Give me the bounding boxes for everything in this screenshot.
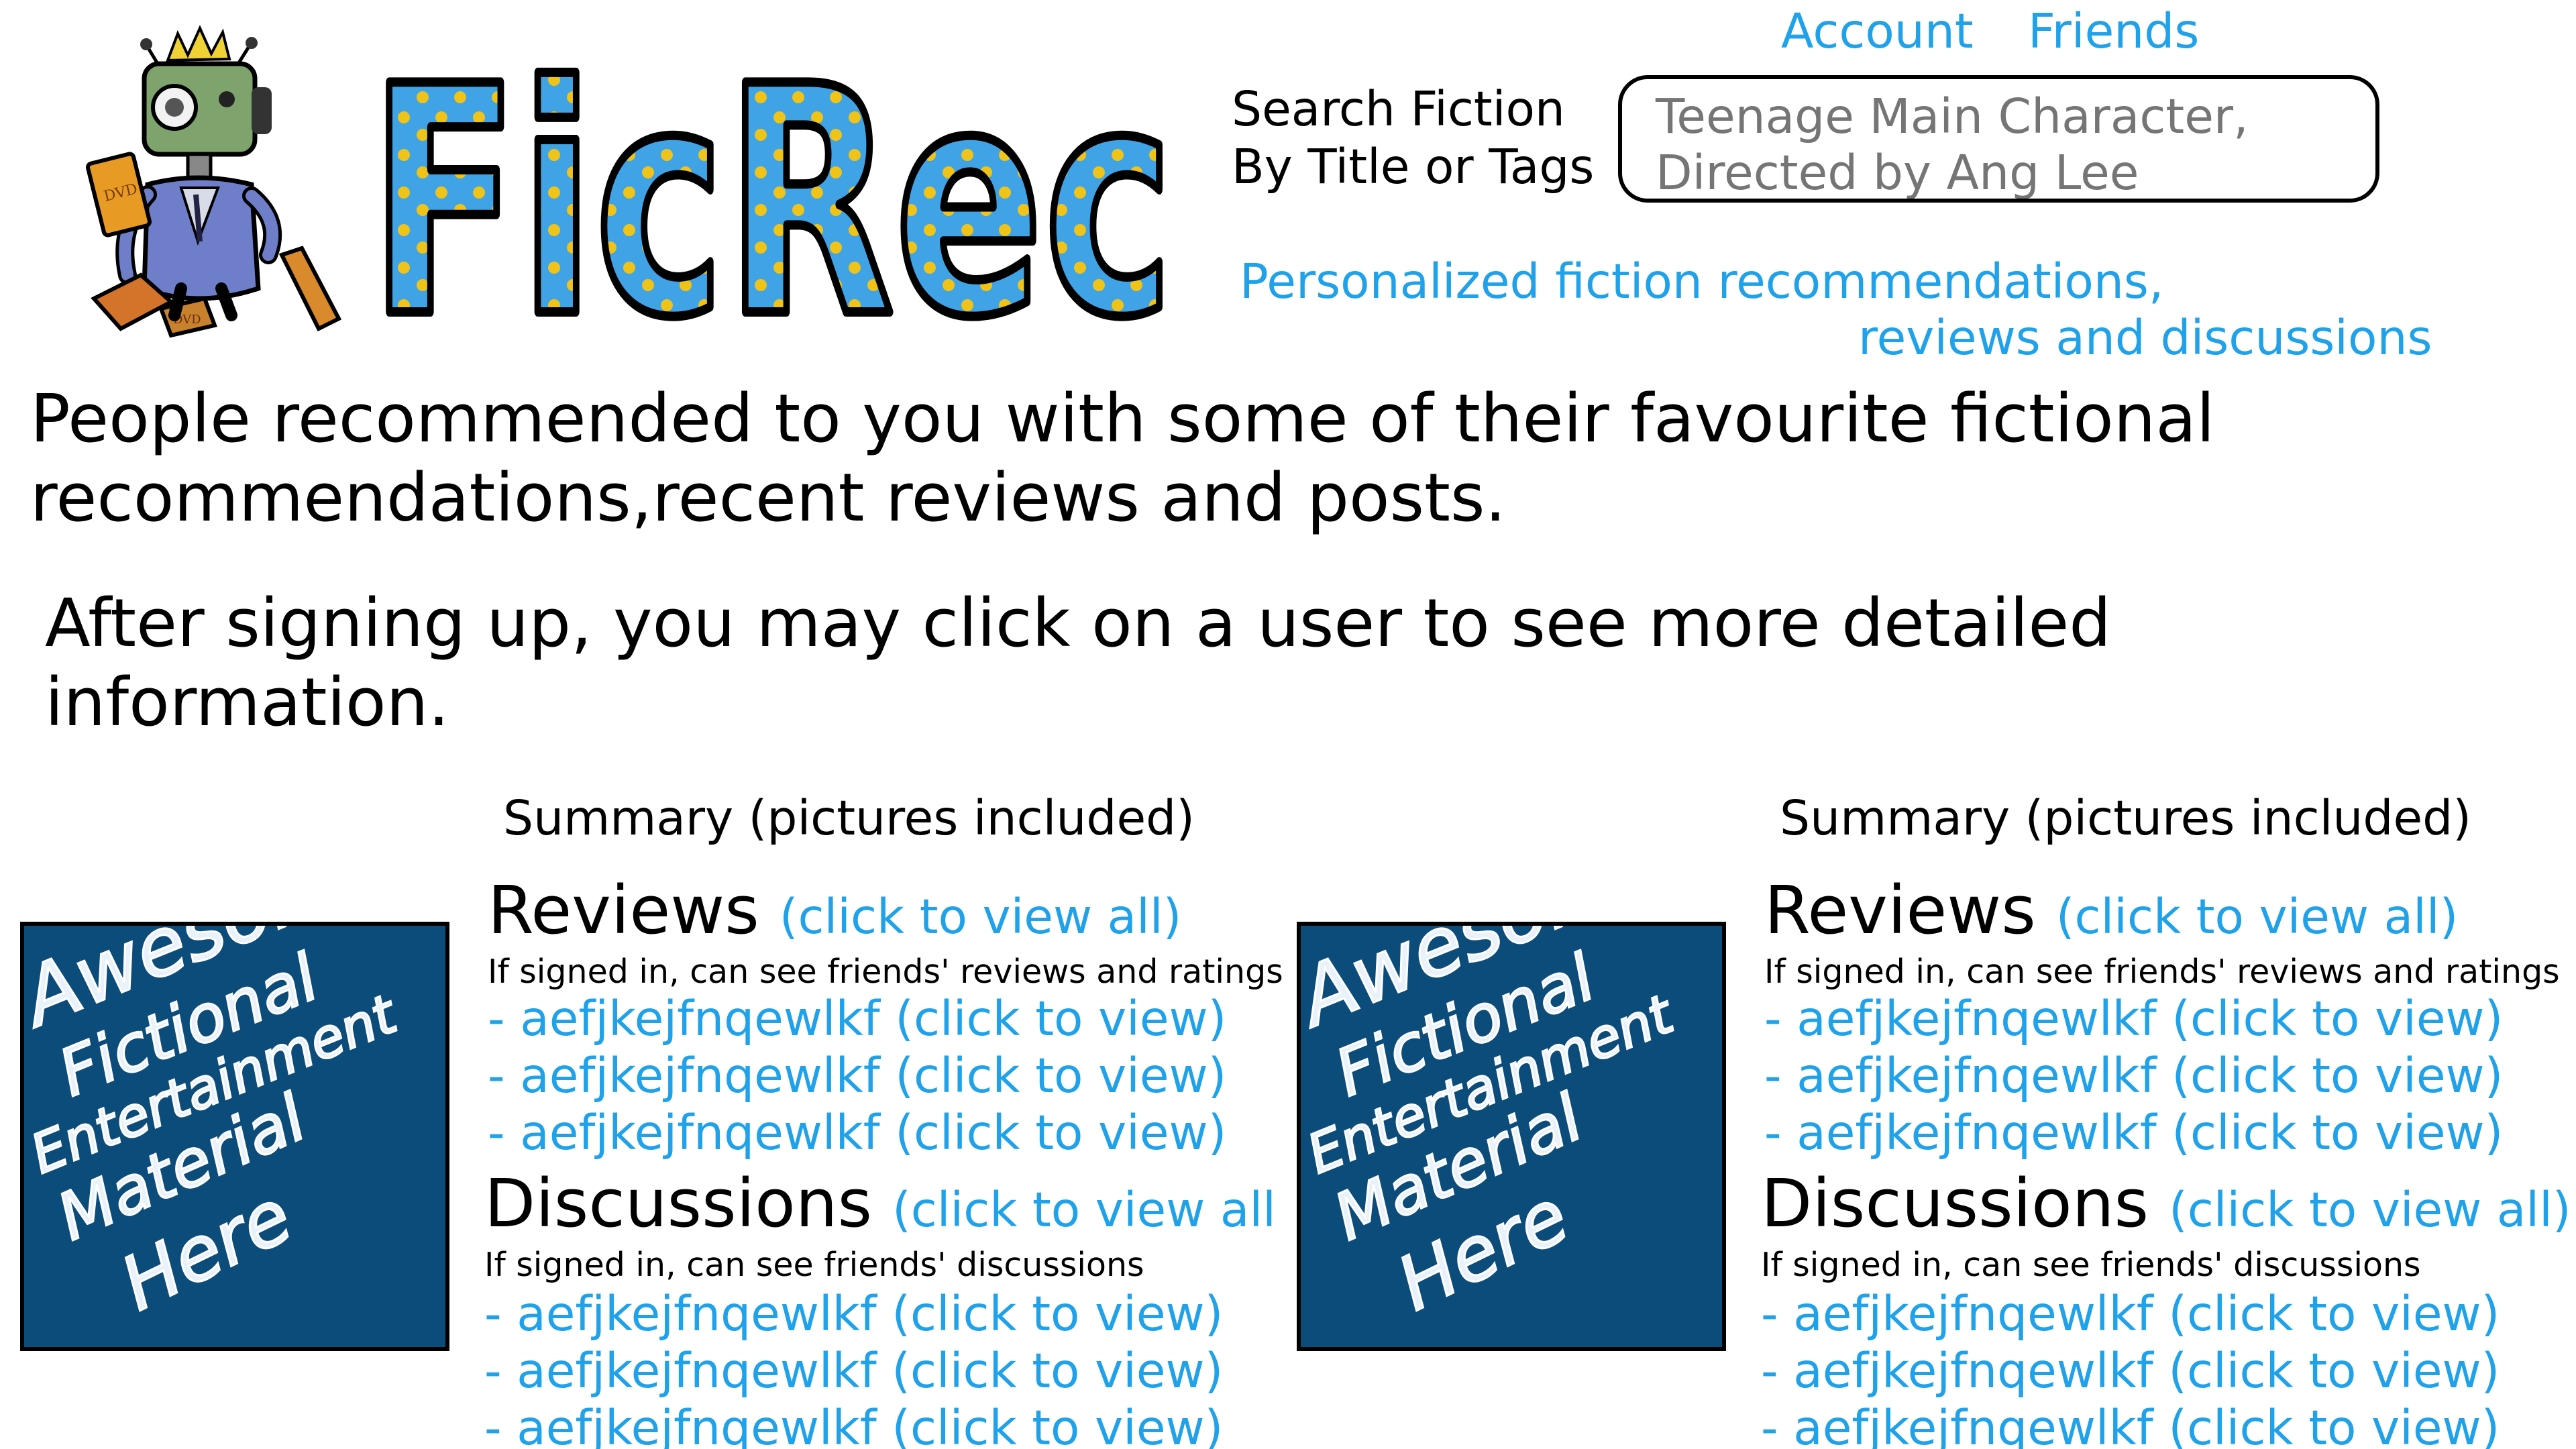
discussions-heading: Discussions (click to view all) bbox=[1761, 1165, 2571, 1242]
discussions-item-link[interactable]: - aefjkejfnqewlkf (click to view) bbox=[484, 1286, 1223, 1342]
tagline-line1: Personalized fiction recommendations, bbox=[1240, 254, 2164, 309]
fiction-thumbnail[interactable]: Awesome Fictional Entertainment Material Her… bbox=[1297, 922, 1726, 1351]
search-input[interactable] bbox=[1618, 75, 2379, 203]
robot-mascot-icon: DVD DVD bbox=[86, 25, 342, 338]
reviews-title: Reviews bbox=[488, 872, 759, 949]
user-card: Summary (pictures included) Awesome Ficti… bbox=[0, 785, 1283, 1449]
search-label: Search Fiction By Title or Tags bbox=[1232, 80, 1594, 196]
friends-link[interactable]: Friends bbox=[2028, 3, 2199, 64]
discussions-item-link[interactable]: - aefjkejfnqewlkf (click to view) bbox=[1761, 1286, 2500, 1342]
svg-text:FicRec: FicRec bbox=[369, 30, 1174, 339]
discussions-view-all-link[interactable]: (click to view all bbox=[892, 1182, 1276, 1238]
intro-line1: People recommended to you with some of t… bbox=[30, 380, 2215, 458]
search-label-line2: By Title or Tags bbox=[1232, 139, 1595, 195]
intro-signup: After signing up, you may click on a use… bbox=[45, 584, 2111, 743]
user-card: Summary (pictures included) Awesome Ficti… bbox=[1277, 785, 2571, 1449]
ficrec-logo: FicRec bbox=[364, 30, 1179, 339]
intro-line3: After signing up, you may click on a use… bbox=[45, 585, 2112, 662]
discussions-heading: Discussions (click to view all bbox=[484, 1165, 1276, 1242]
discussions-item-link[interactable]: - aefjkejfnqewlkf (click to view) bbox=[484, 1400, 1223, 1449]
reviews-item-link[interactable]: - aefjkejfnqewlkf (click to view) bbox=[1764, 991, 2503, 1046]
reviews-heading: Reviews (click to view all) bbox=[488, 872, 1181, 949]
discussions-view-all-link[interactable]: (click to view all) bbox=[2169, 1182, 2571, 1238]
summary-label: Summary (pictures included) bbox=[1780, 790, 2471, 846]
reviews-item-link[interactable]: - aefjkejfnqewlkf (click to view) bbox=[488, 1048, 1226, 1104]
summary-label: Summary (pictures included) bbox=[503, 790, 1195, 846]
discussions-title: Discussions bbox=[1761, 1165, 2149, 1242]
reviews-note: If signed in, can see friends' reviews a… bbox=[1764, 953, 2560, 991]
reviews-item-link[interactable]: - aefjkejfnqewlkf (click to view) bbox=[1764, 1105, 2503, 1161]
reviews-heading: Reviews (click to view all) bbox=[1764, 872, 2458, 949]
reviews-item-link[interactable]: - aefjkejfnqewlkf (click to view) bbox=[488, 1105, 1226, 1161]
fiction-thumbnail[interactable]: Awesome Fictional Entertainment Material Her… bbox=[20, 922, 449, 1351]
discussions-note: If signed in, can see friends' discussio… bbox=[1761, 1246, 2421, 1284]
tagline-line2: reviews and discussions bbox=[1858, 310, 2432, 366]
reviews-title: Reviews bbox=[1764, 872, 2036, 949]
discussions-item-link[interactable]: - aefjkejfnqewlkf (click to view) bbox=[1761, 1343, 2500, 1399]
account-link[interactable]: Account bbox=[1781, 3, 1974, 64]
intro-line4: information. bbox=[45, 664, 449, 741]
intro-recommendations: People recommended to you with some of t… bbox=[30, 380, 2215, 538]
reviews-note: If signed in, can see friends' reviews a… bbox=[488, 953, 1283, 991]
discussions-item-link[interactable]: - aefjkejfnqewlkf (click to view) bbox=[1761, 1400, 2500, 1449]
discussions-item-link[interactable]: - aefjkejfnqewlkf (click to view) bbox=[484, 1343, 1223, 1399]
intro-line2: recommendations,recent reviews and posts… bbox=[30, 460, 1506, 537]
discussions-title: Discussions bbox=[484, 1165, 873, 1242]
reviews-view-all-link[interactable]: (click to view all) bbox=[780, 889, 1181, 945]
reviews-item-link[interactable]: - aefjkejfnqewlkf (click to view) bbox=[488, 991, 1226, 1046]
discussions-note: If signed in, can see friends' discussio… bbox=[484, 1246, 1144, 1284]
reviews-item-link[interactable]: - aefjkejfnqewlkf (click to view) bbox=[1764, 1048, 2503, 1104]
page: DVD DVD FicRec Account Friends Search Fi… bbox=[0, 0, 2576, 1449]
search-label-line1: Search Fiction bbox=[1232, 81, 1565, 137]
reviews-view-all-link[interactable]: (click to view all) bbox=[2056, 889, 2458, 945]
